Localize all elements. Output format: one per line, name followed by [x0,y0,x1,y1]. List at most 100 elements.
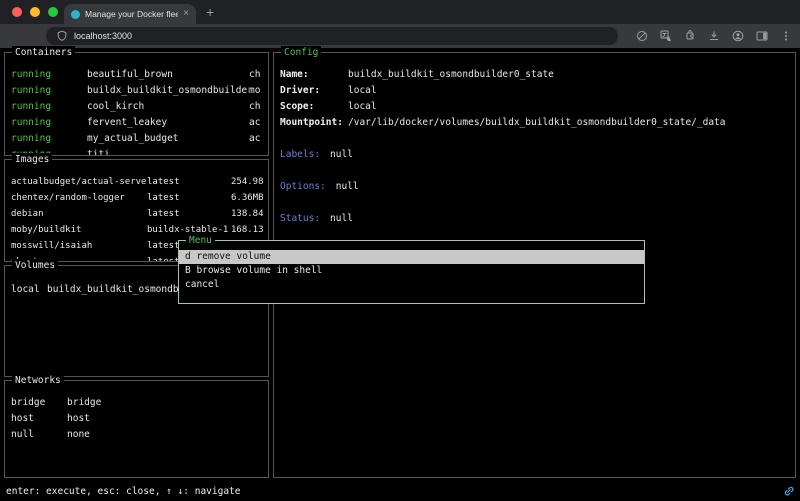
window-controls [12,7,58,17]
menu-item-remove-volume[interactable]: d remove volume [179,250,644,264]
container-image-hint [249,147,263,155]
image-name: actualbudget/actual-server [11,174,147,190]
url-text: localhost:3000 [74,31,132,41]
new-tab-button[interactable]: + [206,4,214,20]
config-value: null [330,149,353,160]
translate-icon[interactable] [660,30,672,42]
container-row[interactable]: running cool_kirch ch [11,99,263,115]
close-window-button[interactable] [12,7,22,17]
networks-panel: Networks bridge bridge host host null no… [4,380,269,478]
config-value: null [336,181,359,192]
container-row[interactable]: running beautiful_brown ch [11,67,263,83]
profile-avatar[interactable] [732,30,744,42]
menu-item-browse-volume[interactable]: B browse volume in shell [179,264,644,278]
containers-list: running beautiful_brown ch running build… [5,53,268,155]
image-name: moby/buildkit [11,222,147,238]
network-name: bridge [11,395,67,411]
container-row[interactable]: running my_actual_budget ac [11,131,263,147]
browser-window: Manage your Docker fleet w × + localhost… [0,0,800,501]
image-tag: latest [147,174,231,190]
address-bar[interactable]: localhost:3000 [46,27,618,45]
network-driver: host [67,411,263,427]
config-field-labels: Labels:null [280,147,790,163]
image-size: 138.84 [231,206,263,222]
image-name: chentex/random-logger [11,190,147,206]
config-field-options: Options:null [280,179,790,195]
config-key: Options: [280,179,336,195]
config-key: Labels: [280,147,330,163]
container-state: running [11,99,87,115]
browser-tab[interactable]: Manage your Docker fleet w × [64,4,196,24]
containers-panel: Containers running beautiful_brown ch ru… [4,52,269,156]
config-key: Name: [280,67,348,83]
container-name: beautiful_brown [87,67,249,83]
downloads-icon[interactable] [708,30,720,42]
image-tag: latest [147,190,231,206]
container-image-hint: ch [249,67,263,83]
tab-favicon-icon [71,10,80,19]
toolbar-icons [636,27,792,45]
container-state: running [11,67,87,83]
container-name: fervent_leakey [87,115,249,131]
image-row[interactable]: chentex/random-logger latest 6.36MB [11,190,263,206]
container-image-hint: mo [249,83,263,99]
network-row[interactable]: host host [11,411,263,427]
container-state: running [11,83,87,99]
image-row[interactable]: debian latest 138.84 [11,206,263,222]
tab-close-icon[interactable]: × [183,9,189,19]
image-size: 168.13 [231,222,263,238]
sidebar-icon[interactable] [756,30,768,42]
config-key: Driver: [280,83,348,99]
keybinding-help-text: enter: execute, esc: close, ↑ ↓: navigat… [6,486,241,497]
minimize-window-button[interactable] [30,7,40,17]
config-field-name: Name:buildx_buildkit_osmondbuilder0_stat… [280,67,790,83]
network-driver: none [67,427,263,443]
container-state: running [11,131,87,147]
config-value: null [330,213,353,224]
image-name: debian [11,206,147,222]
network-name: null [11,427,67,443]
container-name: my_actual_budget [87,131,249,147]
link-icon[interactable] [783,485,795,497]
container-name: buildx_buildkit_osmondbuilder0 [87,83,249,99]
site-shield-icon [56,30,68,42]
menu-item-cancel[interactable]: cancel [179,278,644,292]
menu-dots-icon[interactable] [780,30,792,42]
config-value: /var/lib/docker/volumes/buildx_buildkit_… [348,117,726,128]
config-field-scope: Scope:local [280,99,790,115]
browser-toolbar: localhost:3000 [0,24,800,48]
titlebar: Manage your Docker fleet w × + [0,0,800,24]
context-menu: Menu d remove volume B browse volume in … [178,240,645,304]
image-row[interactable]: actualbudget/actual-server latest 254.98 [11,174,263,190]
network-name: host [11,411,67,427]
container-row[interactable]: running buildx_buildkit_osmondbuilder0 m… [11,83,263,99]
image-tag: latest [147,206,231,222]
config-value: local [348,85,377,96]
image-name: mosswill/isaiah [11,238,147,254]
config-field-mountpoint: Mountpoint:/var/lib/docker/volumes/build… [280,115,790,131]
container-name: titi [87,147,249,155]
network-row[interactable]: bridge bridge [11,395,263,411]
container-image-hint: ch [249,99,263,115]
config-value: buildx_buildkit_osmondbuilder0_state [348,69,554,80]
menu-items: d remove volume B browse volume in shell… [179,241,644,292]
config-value: local [348,101,377,112]
config-field-status: Status:null [280,211,790,227]
tab-title: Manage your Docker fleet w [85,9,178,19]
tracking-shield-icon[interactable] [636,30,648,42]
config-key: Scope: [280,99,348,115]
network-row[interactable]: null none [11,427,263,443]
container-state: running [11,115,87,131]
container-image-hint: ac [249,115,263,131]
container-row[interactable]: running fervent_leakey ac [11,115,263,131]
image-size: 254.98 [231,174,263,190]
config-key: Mountpoint: [280,115,348,131]
network-driver: bridge [67,395,263,411]
config-field-driver: Driver:local [280,83,790,99]
extensions-icon[interactable] [684,30,696,42]
zoom-window-button[interactable] [48,7,58,17]
container-name: cool_kirch [87,99,249,115]
image-row[interactable]: moby/buildkit buildx-stable-1 168.13 [11,222,263,238]
config-key: Status: [280,211,330,227]
volume-driver: local [11,282,47,298]
